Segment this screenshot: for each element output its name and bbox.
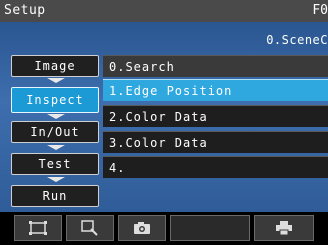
camera-icon bbox=[134, 222, 150, 234]
window-title: Setup bbox=[4, 3, 46, 18]
menu-item-edge-position[interactable]: 1.Edge Position bbox=[103, 79, 328, 101]
nav-inspect-label: Inspect bbox=[26, 93, 84, 107]
nav-run-button[interactable]: Run bbox=[11, 185, 99, 207]
zoom-button[interactable] bbox=[66, 215, 114, 241]
nav-test-button[interactable]: Test bbox=[11, 153, 99, 175]
nav-down-arrow-icon bbox=[47, 145, 65, 150]
menu-item-search[interactable]: 0.Search bbox=[103, 55, 328, 77]
nav-test-label: Test bbox=[38, 157, 72, 171]
capture-button[interactable] bbox=[118, 215, 166, 241]
nav-inspect-button[interactable]: Inspect bbox=[11, 87, 99, 113]
nav-image-label: Image bbox=[34, 59, 76, 73]
menu-item-color-data-2[interactable]: 2.Color Data bbox=[103, 105, 328, 127]
nav-image-button[interactable]: Image bbox=[11, 55, 99, 77]
menu-item-color-data-3[interactable]: 3.Color Data bbox=[103, 131, 328, 153]
menu-item-4[interactable]: 4. bbox=[103, 156, 328, 178]
menu-item-label: 2.Color Data bbox=[109, 110, 208, 124]
title-right-text: F0 bbox=[312, 3, 328, 18]
toolbar-spacer bbox=[170, 215, 250, 241]
print-icon bbox=[276, 221, 292, 235]
scene-label: 0.SceneC bbox=[266, 33, 328, 47]
menu-item-label: 4. bbox=[109, 161, 126, 175]
nav-in-out-button[interactable]: In/Out bbox=[11, 121, 99, 143]
nav-down-arrow-icon bbox=[47, 78, 65, 83]
fit-screen-icon bbox=[29, 221, 47, 235]
zoom-icon bbox=[81, 220, 98, 236]
nav-in-out-label: In/Out bbox=[30, 125, 80, 139]
title-bar: Setup F0 bbox=[0, 0, 328, 22]
nav-down-arrow-icon bbox=[47, 114, 65, 119]
fit-screen-button[interactable] bbox=[14, 215, 62, 241]
nav-run-label: Run bbox=[42, 189, 68, 203]
menu-item-label: 1.Edge Position bbox=[109, 84, 233, 98]
print-button[interactable] bbox=[254, 215, 314, 241]
menu-item-label: 0.Search bbox=[109, 60, 175, 74]
menu-item-label: 3.Color Data bbox=[109, 136, 208, 150]
nav-down-arrow-icon bbox=[47, 177, 65, 182]
